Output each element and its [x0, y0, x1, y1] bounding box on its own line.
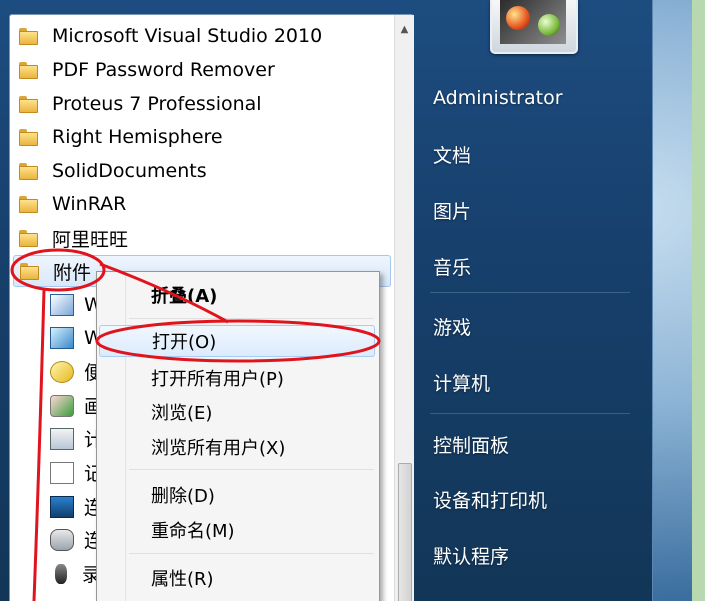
menu-item-open[interactable]: 打开(O): [99, 325, 375, 357]
right-item-label: 计算机: [433, 372, 491, 395]
program-folder-proteus[interactable]: Proteus 7 Professional: [13, 88, 391, 120]
scroll-thumb[interactable]: [398, 463, 412, 601]
right-item-computer[interactable]: 计算机: [423, 362, 633, 402]
program-folder-aliwangwang[interactable]: 阿里旺旺: [13, 222, 391, 254]
folder-icon: [19, 61, 38, 79]
program-folder-label: SolidDocuments: [52, 160, 207, 182]
menu-item-explore-all-users[interactable]: 浏览所有用户(X): [99, 431, 375, 463]
menu-item-label: 打开所有用户(P): [151, 369, 284, 390]
right-pane-separator: [430, 413, 630, 414]
paint-icon: [50, 394, 74, 417]
right-item-user[interactable]: Administrator: [423, 78, 633, 118]
right-item-devices-printers[interactable]: 设备和打印机: [423, 479, 633, 519]
app-window-icon: [50, 326, 74, 349]
right-item-games[interactable]: 游戏: [423, 306, 633, 346]
projector-icon: [50, 495, 74, 518]
folder-icon: [19, 27, 38, 45]
ball-icon: [506, 6, 530, 30]
right-item-label: 设备和打印机: [433, 489, 548, 512]
right-item-label: 图片: [433, 200, 472, 223]
menu-item-label: 删除(D): [151, 486, 215, 507]
programs-scrollbar[interactable]: ▲: [394, 15, 414, 601]
program-folder-right-hemisphere[interactable]: Right Hemisphere: [13, 121, 391, 153]
remote-desktop-icon: [50, 528, 74, 551]
folder-icon: [19, 128, 38, 146]
program-folder-winrar[interactable]: WinRAR: [13, 188, 391, 220]
right-pane-separator: [430, 292, 630, 293]
program-folder-label: Microsoft Visual Studio 2010: [52, 25, 323, 47]
program-folder-soliddocuments[interactable]: SolidDocuments: [13, 155, 391, 187]
right-item-label: 文档: [433, 144, 472, 167]
menu-separator: [129, 553, 374, 554]
folder-icon: [19, 162, 38, 180]
menu-item-collapse[interactable]: 折叠(A): [99, 279, 375, 311]
user-name: Administrator: [433, 87, 563, 109]
scroll-up-arrow-icon[interactable]: ▲: [395, 15, 414, 43]
folder-icon: [19, 95, 38, 113]
accessory-item[interactable]: W: [50, 321, 103, 354]
right-item-music[interactable]: 音乐: [423, 246, 633, 286]
right-item-documents[interactable]: 文档: [423, 134, 633, 174]
program-folder-label: Proteus 7 Professional: [52, 93, 262, 115]
desktop-edge: [692, 0, 705, 601]
program-folder-label: PDF Password Remover: [52, 59, 275, 81]
calculator-icon: [50, 427, 74, 450]
folder-open-icon: [20, 262, 39, 280]
folder-icon: [19, 195, 38, 213]
menu-item-label: 重命名(M): [151, 521, 235, 542]
user-picture[interactable]: [490, 0, 578, 54]
program-folder-label: WinRAR: [52, 193, 127, 215]
app-window-icon: [50, 293, 74, 316]
sticky-notes-icon: [50, 360, 74, 383]
notepad-icon: [50, 461, 74, 484]
accessory-item[interactable]: W: [50, 288, 103, 321]
right-item-label: 控制面板: [433, 434, 510, 457]
user-picture-image: [500, 0, 566, 44]
program-folder-label: 附件: [53, 261, 92, 284]
right-item-label: 音乐: [433, 256, 472, 279]
right-item-label: 默认程序: [433, 545, 510, 568]
folder-icon: [19, 229, 38, 247]
menu-item-label: 属性(R): [151, 569, 214, 590]
menu-item-open-all-users[interactable]: 打开所有用户(P): [99, 362, 375, 394]
menu-item-label: 打开(O): [152, 332, 217, 353]
menu-item-explore[interactable]: 浏览(E): [99, 396, 375, 428]
right-item-pictures[interactable]: 图片: [423, 190, 633, 230]
program-folder-pdf-password-remover[interactable]: PDF Password Remover: [13, 54, 391, 86]
menu-item-label: 浏览(E): [151, 403, 213, 424]
menu-item-delete[interactable]: 删除(D): [99, 479, 375, 511]
menu-item-properties[interactable]: 属性(R): [99, 562, 375, 594]
program-folder-label: Right Hemisphere: [52, 126, 223, 148]
program-folder-visual-studio[interactable]: Microsoft Visual Studio 2010: [13, 20, 391, 52]
menu-separator: [129, 469, 374, 470]
context-menu: 折叠(A) 打开(O) 打开所有用户(P) 浏览(E) 浏览所有用户(X) 删除…: [96, 271, 380, 601]
right-item-label: 游戏: [433, 316, 472, 339]
menu-item-label: 浏览所有用户(X): [151, 438, 286, 459]
accessory-item[interactable]: 录: [50, 557, 101, 590]
screen: Microsoft Visual Studio 2010 PDF Passwor…: [0, 0, 705, 601]
ball-icon: [538, 14, 560, 36]
microphone-icon: [55, 563, 67, 584]
program-folder-label: 阿里旺旺: [52, 228, 129, 251]
right-item-control-panel[interactable]: 控制面板: [423, 424, 633, 464]
menu-item-label: 折叠(A): [151, 286, 218, 307]
menu-item-rename[interactable]: 重命名(M): [99, 514, 375, 546]
menu-separator: [129, 318, 374, 319]
right-item-default-programs[interactable]: 默认程序: [423, 535, 633, 575]
